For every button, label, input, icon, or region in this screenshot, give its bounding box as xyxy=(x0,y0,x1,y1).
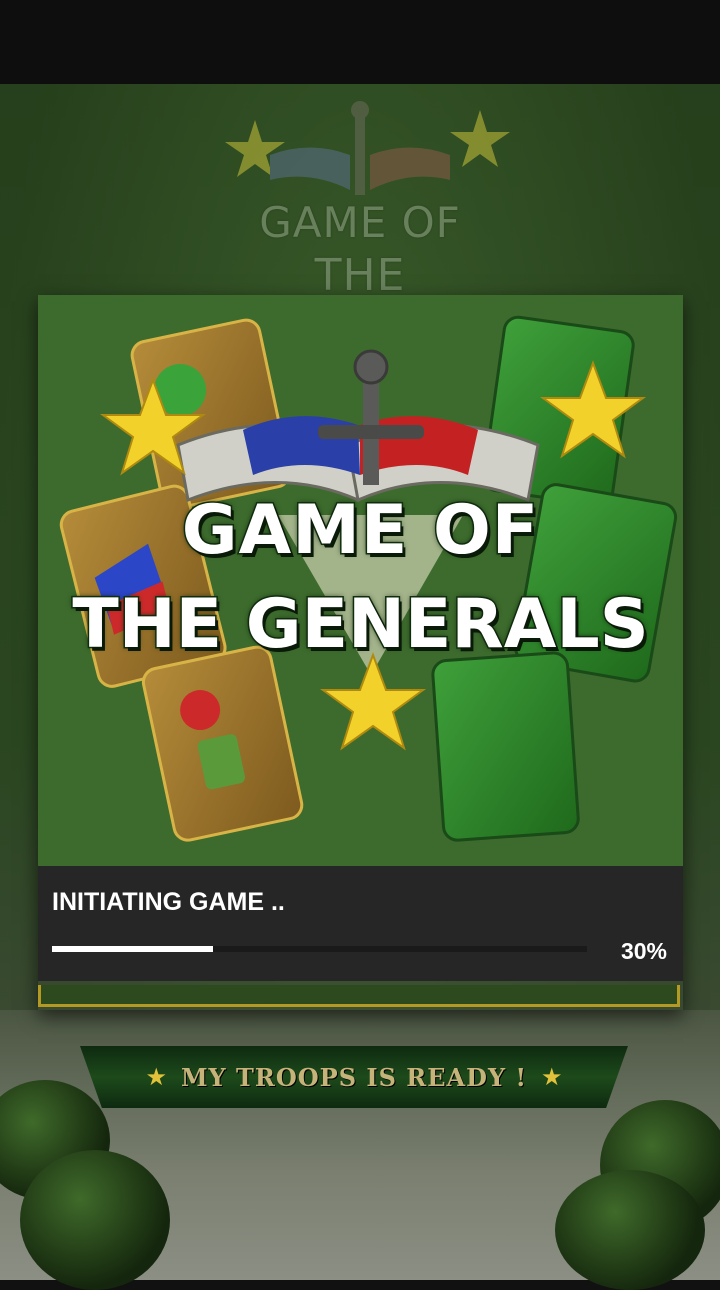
star-icon: ★ xyxy=(145,1063,167,1091)
troops-ready-button[interactable]: ★ MY TROOPS IS READY ! ★ xyxy=(80,1046,628,1108)
tree-right xyxy=(555,1170,705,1290)
progress-bar-fill xyxy=(52,946,213,952)
splash-image: GAME OF THE GENERALS xyxy=(38,295,683,866)
splash-logo-line1: GAME OF xyxy=(180,490,540,572)
star-icon: ★ xyxy=(541,1063,563,1091)
tree-left xyxy=(20,1150,170,1290)
loading-dialog: GAME OF THE GENERALS INITIATING GAME .. … xyxy=(38,295,683,1010)
background-emblem-icon xyxy=(225,101,510,195)
game-art-illustration xyxy=(59,315,678,842)
progress-bar xyxy=(52,946,587,952)
progress-percent: 30% xyxy=(620,938,667,964)
troops-ready-label: MY TROOPS IS READY ! xyxy=(180,1062,527,1092)
background-logo-line1: GAME OF xyxy=(259,198,461,247)
background-logo: GAME OF THE GENERALS xyxy=(200,100,520,352)
splash-logo-line2: THE GENERALS xyxy=(71,584,650,666)
loading-title: INITIATING GAME .. xyxy=(52,888,285,916)
status-bar xyxy=(0,0,720,84)
loading-panel: INITIATING GAME .. 30% xyxy=(38,866,683,981)
